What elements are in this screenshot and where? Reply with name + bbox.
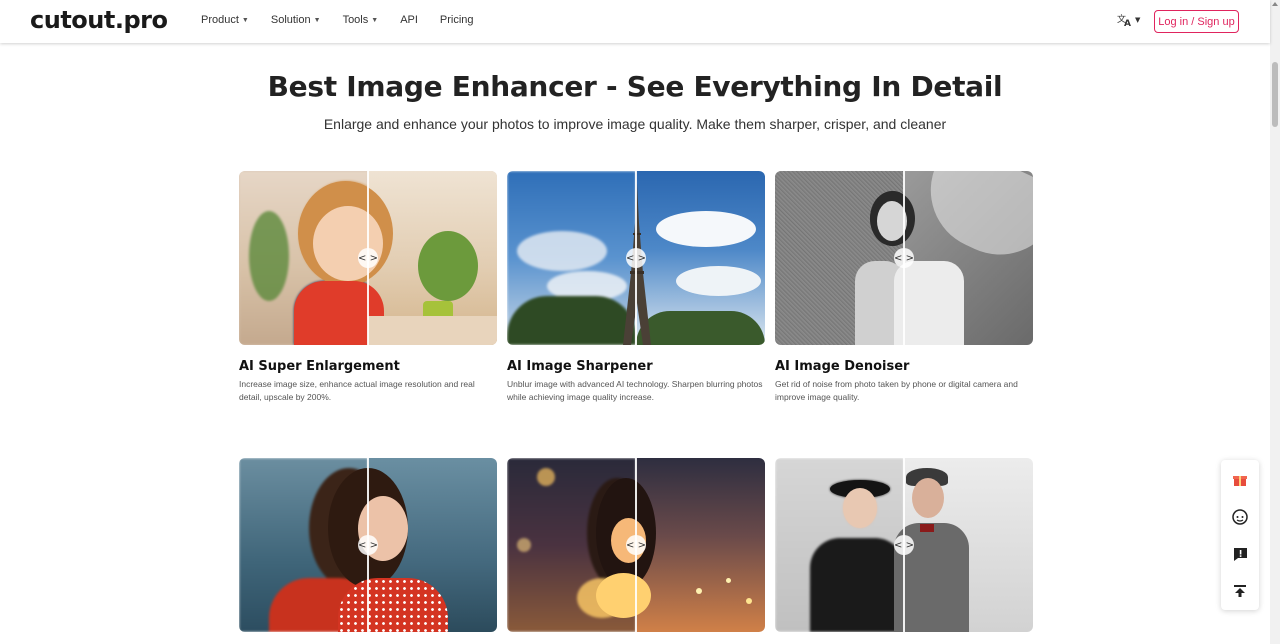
card-title: AI Super Enlargement: [239, 359, 400, 374]
card-woman-red-dress: < >: [239, 458, 497, 632]
after-half: [596, 458, 765, 632]
floating-toolbar: [1221, 460, 1259, 610]
nav-product-label: Product: [201, 14, 239, 26]
nav-api[interactable]: API: [400, 14, 418, 26]
card-image-denoiser: < > AI Image Denoiser Get rid of noise f…: [775, 171, 1033, 403]
card-description: Unblur image with advanced AI technology…: [507, 379, 763, 402]
before-after-image[interactable]: < >: [775, 171, 1033, 345]
svg-text:A: A: [1124, 19, 1131, 27]
after-half: [294, 171, 497, 345]
chevron-down-icon: ▼: [1135, 16, 1141, 24]
nav-tools-label: Tools: [342, 14, 369, 26]
feedback-icon[interactable]: [1230, 544, 1250, 564]
compare-slider-handle[interactable]: < >: [626, 535, 646, 555]
compare-slider-handle[interactable]: < >: [358, 535, 378, 555]
nav-pricing-label: Pricing: [439, 14, 474, 26]
before-after-image[interactable]: < >: [239, 171, 497, 345]
chevron-down-icon: ▼: [241, 16, 249, 24]
before-after-image[interactable]: < >: [507, 171, 765, 345]
translate-icon: 文 A: [1117, 13, 1131, 27]
scrollbar-thumb[interactable]: [1272, 62, 1278, 127]
nav-pricing[interactable]: Pricing: [440, 14, 474, 26]
after-half: [870, 171, 1033, 345]
compare-slider-handle[interactable]: < >: [626, 248, 646, 268]
support-avatar-icon[interactable]: [1230, 507, 1250, 527]
compare-slider-handle[interactable]: < >: [358, 248, 378, 268]
page-subtitle: Enlarge and enhance your photos to impro…: [323, 116, 947, 132]
compare-slider-handle[interactable]: < >: [894, 248, 914, 268]
card-super-enlargement: < > AI Super Enlargement Increase image …: [239, 171, 497, 403]
page-title: Best Image Enhancer - See Everything In …: [267, 70, 1003, 103]
card-title: AI Image Sharpener: [507, 359, 653, 374]
login-signup-button[interactable]: Log in / Sign up: [1154, 10, 1239, 33]
nav-api-label: API: [400, 14, 418, 26]
chevron-down-icon: ▼: [313, 16, 321, 24]
back-to-top-icon[interactable]: [1230, 581, 1250, 601]
nav-solution[interactable]: Solution ▼: [271, 14, 321, 26]
before-after-image[interactable]: < >: [507, 458, 765, 632]
nav-tools[interactable]: Tools ▼: [343, 14, 379, 26]
scroll-up-arrow-icon[interactable]: [1272, 2, 1278, 6]
card-description: Get rid of noise from photo taken by pho…: [775, 379, 1018, 402]
nav-solution-label: Solution: [270, 14, 311, 26]
before-after-image[interactable]: < >: [239, 458, 497, 632]
compare-slider-handle[interactable]: < >: [894, 535, 914, 555]
gift-icon[interactable]: [1230, 470, 1250, 490]
nav-product[interactable]: Product ▼: [201, 14, 249, 26]
chevron-down-icon: ▼: [371, 16, 379, 24]
card-image-sharpener: < > AI Image Sharpener Unblur image with…: [507, 171, 765, 403]
card-title: AI Image Denoiser: [775, 359, 910, 374]
after-half: [830, 458, 1033, 632]
card-woman-fairy-lights: < >: [507, 458, 765, 632]
after-half: [328, 458, 497, 632]
top-navigation-bar: cutout.pro Product ▼ Solution ▼ Tools ▼ API…: [0, 0, 1270, 43]
logo[interactable]: cutout.pro: [30, 6, 168, 34]
card-elderly-couple: < >: [775, 458, 1033, 632]
language-selector[interactable]: 文 A ▼: [1117, 13, 1140, 27]
main-nav: Product ▼ Solution ▼ Tools ▼ API Pricing: [201, 14, 496, 26]
before-after-image[interactable]: < >: [775, 458, 1033, 632]
card-description: Increase image size, enhance actual imag…: [239, 379, 475, 402]
